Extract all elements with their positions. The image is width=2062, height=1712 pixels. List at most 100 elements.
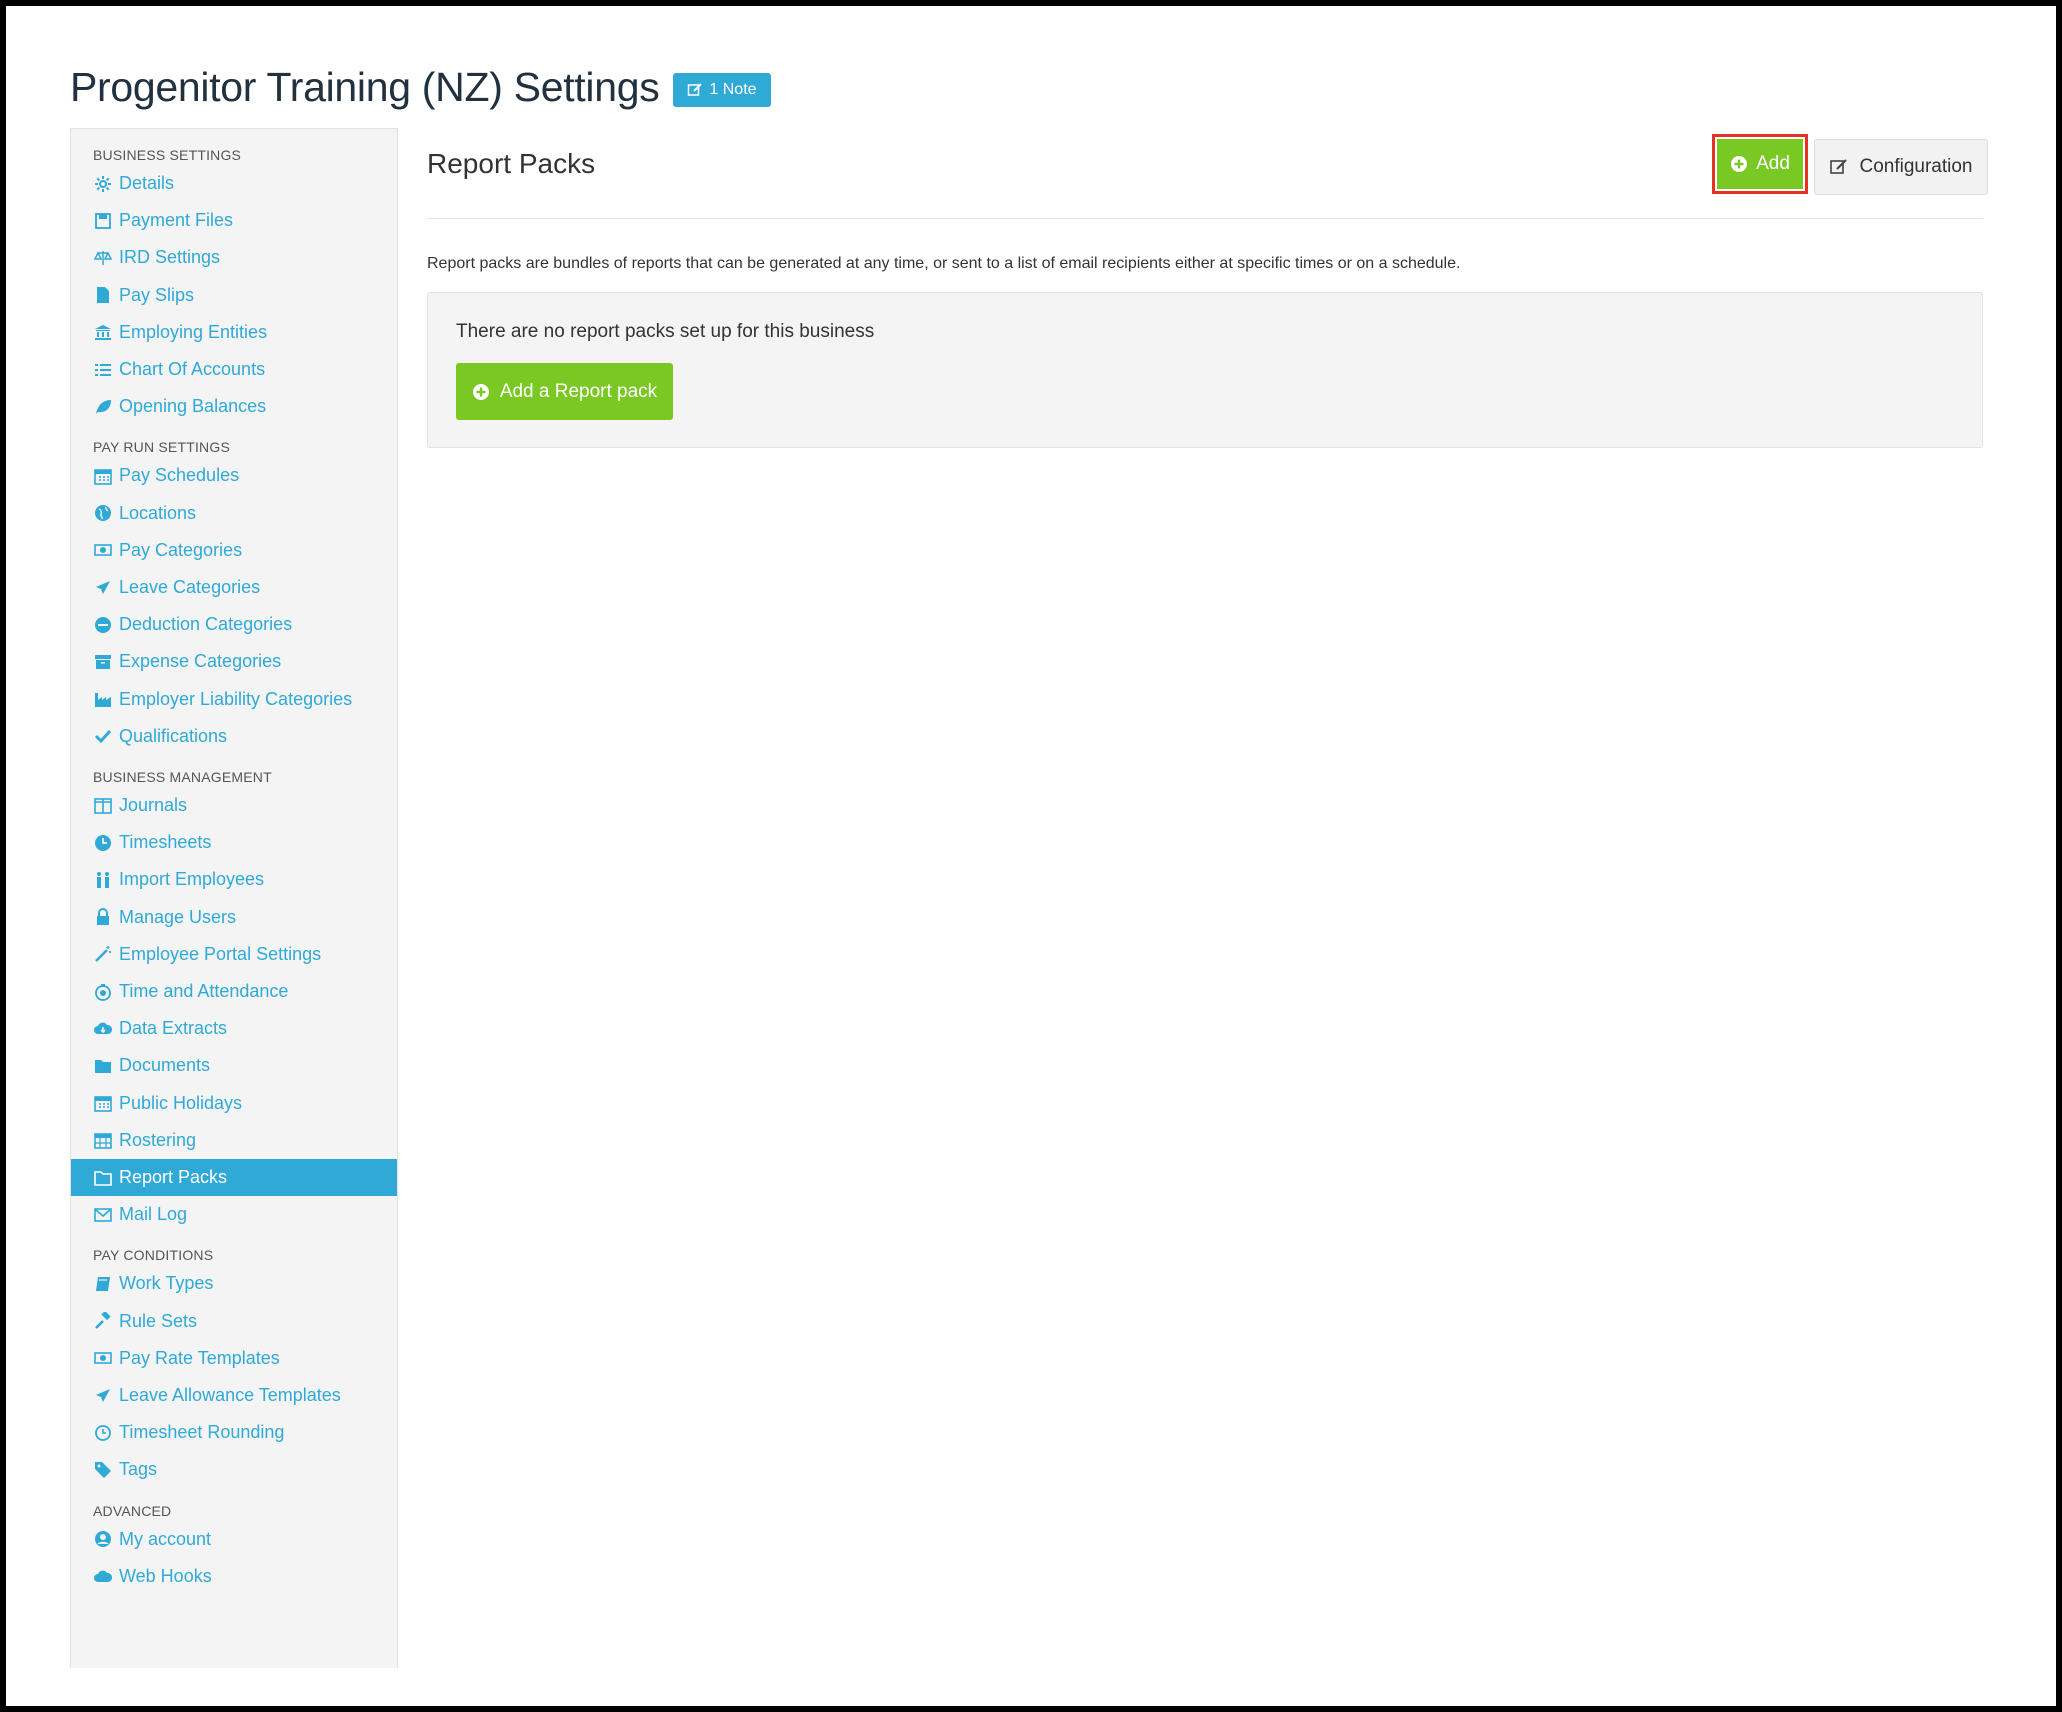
scale-icon [93,248,113,268]
sidebar-item-time-and-attendance[interactable]: Time and Attendance [71,973,397,1010]
floppy-icon [93,211,113,231]
edit-icon [688,82,703,96]
sidebar-item-label: Public Holidays [119,1092,243,1113]
empty-state-message: There are no report packs set up for thi… [456,321,875,342]
plane-icon [96,580,110,594]
sidebar-item-label: Employer Liability Categories [119,688,353,709]
sidebar-item-label: Web Hooks [119,1565,212,1586]
sidebar-item-data-extracts[interactable]: Data Extracts [71,1010,397,1047]
sidebar-item-deduction-categories[interactable]: Deduction Categories [71,606,397,643]
money-icon [93,540,113,560]
sidebar-section-heading: ADVANCED [93,1502,172,1519]
list-icon [93,360,113,380]
file-icon [93,285,113,305]
sidebar-item-web-hooks[interactable]: Web Hooks [71,1558,397,1595]
sidebar-item-rostering[interactable]: Rostering [71,1122,397,1159]
sidebar-item-locations[interactable]: Locations [71,495,397,532]
sidebar-item-qualifications[interactable]: Qualifications [71,718,397,755]
sidebar-item-rule-sets[interactable]: Rule Sets [71,1303,397,1340]
sidebar-item-chart-of-accounts[interactable]: Chart Of Accounts [71,351,397,388]
page-title: Progenitor Training (NZ) Settings [70,64,660,110]
sidebar-item-label: Leave Allowance Templates [119,1385,341,1405]
sidebar-item-label: Chart Of Accounts [119,359,266,379]
file-icon [97,287,109,304]
sidebar-item-employing-entities[interactable]: Employing Entities [71,314,397,351]
sidebar-item-opening-balances[interactable]: Opening Balances [71,388,397,425]
sidebar-item-leave-categories[interactable]: Leave Categories [71,569,397,606]
industry-icon [95,693,111,708]
add-button[interactable]: Add [1717,139,1803,189]
sidebar-item-label: Pay Rate Templates [119,1347,280,1368]
money-icon [94,1352,112,1365]
sidebar-item-expense-categories[interactable]: Expense Categories [71,643,397,680]
sidebar-item-label: Payment Files [119,210,234,231]
scale-icon [94,250,112,265]
sidebar-item-label: Pay Schedules [119,465,240,486]
sidebar-item-public-holidays[interactable]: Public Holidays [71,1085,397,1122]
sidebar-item-details[interactable]: Details [71,165,397,202]
users-icon [97,871,109,888]
header-divider [427,218,1983,219]
sidebar-item-pay-rate-templates[interactable]: Pay Rate Templates [71,1340,397,1377]
globe-icon [95,505,111,522]
sidebar-item-label: Time and Attendance [119,981,289,1001]
clock-icon [95,834,111,851]
sidebar-item-import-employees[interactable]: Import Employees [71,861,397,898]
sidebar-item-label: Manage Users [119,906,237,927]
calendar-grid-icon [94,1133,112,1150]
sidebar-item-label: Documents [119,1055,211,1076]
sidebar-item-label: Employing Entities [119,321,268,342]
calendar-grid-icon [93,1130,113,1150]
sidebar-item-label: My account [119,1528,212,1549]
sidebar-item-journals[interactable]: Journals [71,787,397,824]
sidebar-section-heading: PAY RUN SETTINGS [93,439,230,456]
sidebar-item-pay-slips[interactable]: Pay Slips [71,277,397,314]
sidebar-item-pay-categories[interactable]: Pay Categories [71,532,397,569]
sidebar-item-manage-users[interactable]: Manage Users [71,899,397,936]
folder-open-icon [93,1168,113,1188]
calendar-icon [93,1093,113,1113]
sidebar-item-label: Timesheets [119,832,212,853]
sidebar-item-timesheet-rounding[interactable]: Timesheet Rounding [71,1414,397,1451]
sidebar-item-tags[interactable]: Tags [71,1451,397,1488]
sidebar-item-report-packs[interactable]: Report Packs [71,1159,397,1196]
sidebar-item-work-types[interactable]: Work Types [71,1265,397,1302]
sidebar-item-leave-allowance-templates[interactable]: Leave Allowance Templates [71,1377,397,1414]
columns-icon [93,796,113,816]
sidebar-item-mail-log[interactable]: Mail Log [71,1196,397,1233]
sidebar-item-timesheets[interactable]: Timesheets [71,824,397,861]
gavel-icon [95,1312,111,1330]
page-header: Progenitor Training (NZ) Settings 1 Note [70,64,771,111]
sidebar-item-label: Rostering [119,1129,197,1150]
add-report-pack-button[interactable]: Add a Report pack [456,363,673,420]
calendar-icon [93,466,113,486]
sidebar-item-label: IRD Settings [119,247,221,268]
cloud-icon [94,1570,112,1583]
empty-state-panel: There are no report packs set up for thi… [427,292,1983,448]
report-packs-description: Report packs are bundles of reports that… [427,255,1461,272]
plus-circle-icon [472,383,489,400]
minus-circle-icon [93,615,113,635]
sidebar-item-payment-files[interactable]: Payment Files [71,202,397,239]
sidebar-item-documents[interactable]: Documents [71,1047,397,1084]
stopwatch-icon [93,982,113,1002]
sidebar-item-pay-schedules[interactable]: Pay Schedules [71,457,397,494]
gear-icon [95,175,111,192]
money-icon [93,1348,113,1368]
settings-sidebar: BUSINESS SETTINGS Details Payment Files IRD… [70,128,398,1668]
tag-icon [95,1461,111,1478]
sidebar-item-my-account[interactable]: My account [71,1521,397,1558]
envelope-icon [93,1205,113,1225]
lock-icon [97,908,109,926]
note-badge[interactable]: 1 Note [673,72,771,107]
money-icon [94,544,112,557]
configuration-button[interactable]: Configuration [1814,139,1988,195]
check-icon [94,730,112,744]
sidebar-item-employee-portal-settings[interactable]: Employee Portal Settings [71,936,397,973]
sidebar-item-label: Leave Categories [119,577,261,597]
cloud-download-icon [93,1019,113,1039]
section-title: Report Packs [427,148,596,179]
sidebar-item-employer-liability-categories[interactable]: Employer Liability Categories [71,681,397,718]
sidebar-item-ird-settings[interactable]: IRD Settings [71,239,397,276]
sidebar-item-label: Opening Balances [119,396,267,417]
